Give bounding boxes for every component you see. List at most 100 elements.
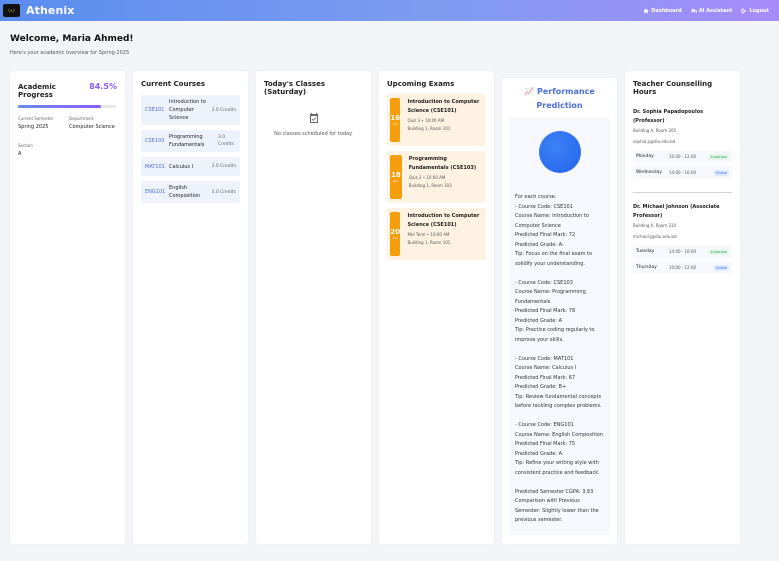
slot-time: 14:00 - 16:00 <box>669 249 697 254</box>
course-code: MAT101 <box>145 163 165 170</box>
teacher-divider <box>633 192 732 193</box>
performance-prediction-card: 📈 Performance Prediction For each course… <box>502 78 617 544</box>
course-code: CSE101 <box>145 107 165 113</box>
exam-day: 20 <box>390 228 401 236</box>
exam-month: Jun <box>392 122 398 126</box>
chat-icon <box>691 8 697 13</box>
progress-title: Academic Progress <box>18 83 56 99</box>
todays-classes-card: Today's Classes (Saturday) No classes sc… <box>256 71 371 544</box>
progress-bar <box>18 105 116 108</box>
course-credits: 3.0 Credits <box>218 135 234 147</box>
teacher-block: Dr. Michael Johnson (Associate Professor… <box>633 203 732 274</box>
department-value: Computer Science <box>69 124 115 130</box>
no-classes-text: No classes scheduled for today. <box>274 131 353 137</box>
nav-dashboard[interactable]: Dashboard <box>643 8 682 14</box>
exam-location: Building 1, Room 101 <box>407 240 451 245</box>
course-credits: 3.0 Credits <box>211 189 236 195</box>
nav-links: Dashboard AI Assistant Logout <box>643 8 769 14</box>
course-row[interactable]: CSE101 Introduction to Computer Science … <box>141 95 240 125</box>
course-code: ENG101 <box>145 189 166 195</box>
department-label: Department <box>69 116 94 121</box>
semester-value: Spring 2025 <box>18 124 49 130</box>
exam-title: Introduction to Computer Science (CSE101… <box>407 213 480 228</box>
nav-logout[interactable]: Logout <box>741 8 769 14</box>
teacher-name: Dr. Sophia Papadopoulos (Professor) <box>633 109 704 124</box>
exam-title: Programming Fundamentals (CSE103) <box>408 156 477 171</box>
exam-location: Building 1, Room 101 <box>407 126 451 131</box>
progress-percent: 84.5% <box>89 82 117 91</box>
section-label: Section <box>18 143 33 148</box>
semester-label: Current Semester <box>18 116 54 121</box>
exams-title: Upcoming Exams <box>387 80 455 88</box>
exam-item[interactable]: 18 Jun Programming Fundamentals (CSE103)… <box>387 151 486 203</box>
mode-badge: Online <box>713 169 729 176</box>
section-value: A <box>18 151 22 157</box>
course-code: CSE103 <box>145 138 165 144</box>
teacher-block: Dr. Sophia Papadopoulos (Professor) Buil… <box>633 108 732 179</box>
course-row[interactable]: ENG101 English Composition 3.0 Credits <box>141 181 240 203</box>
slot-time: 10:00 - 12:00 <box>669 154 697 159</box>
exam-day: 18 <box>391 171 401 179</box>
exam-month: Jun <box>392 236 398 240</box>
exam-title: Introduction to Computer Science (CSE101… <box>407 99 480 114</box>
teacher-office: Building A, Room 205 <box>633 128 677 133</box>
exam-item[interactable]: 20 Jun Introduction to Computer Science … <box>387 208 486 260</box>
counselling-slot: Thursday 10:00 - 12:00 Online <box>633 261 732 274</box>
welcome-subtitle: Here's your academic overview for Spring… <box>10 50 130 56</box>
teacher-name: Dr. Michael Johnson (Associate Professor… <box>633 204 720 219</box>
top-navbar: (+) Athenix Dashboard AI Assistant Logou… <box>0 0 779 21</box>
teacher-email[interactable]: sophia.p@diu.edu.bd <box>633 136 732 147</box>
course-name: Introduction to Computer Science <box>169 99 206 121</box>
welcome-section: Welcome, Maria Ahmed! Here's your academ… <box>0 21 779 56</box>
app-title[interactable]: Athenix <box>26 4 74 17</box>
performance-panel: For each course: - Course Code: CSE101 C… <box>509 117 610 535</box>
course-name: Calculus I <box>169 163 194 170</box>
welcome-title: Welcome, Maria Ahmed! <box>10 34 134 44</box>
exam-date-badge: 18 Jun <box>390 155 402 199</box>
course-name: Programming Fundamentals <box>169 134 205 148</box>
counselling-title: Teacher Counselling Hours <box>633 80 713 96</box>
mode-badge: In-person <box>708 248 729 255</box>
nav-logout-label: Logout <box>749 7 769 14</box>
exam-item[interactable]: 16 Jun Introduction to Computer Science … <box>387 94 486 146</box>
teacher-email[interactable]: michael.j@diu.edu.bd <box>633 231 732 242</box>
logout-icon <box>742 8 747 13</box>
nav-dashboard-label: Dashboard <box>651 7 682 14</box>
current-courses-card: Current Courses CSE101 Introduction to C… <box>133 71 248 544</box>
course-row[interactable]: MAT101 Calculus I 3.0 Credits <box>141 157 240 176</box>
exam-date-badge: 16 Jun <box>390 98 401 142</box>
nav-ai-assistant[interactable]: AI Assistant <box>691 7 733 14</box>
exam-date-badge: 20 Jun <box>390 212 401 256</box>
performance-text: For each course: - Course Code: CSE101 C… <box>515 194 603 523</box>
progress-bar-fill <box>18 105 101 108</box>
home-icon <box>643 8 649 13</box>
counselling-slot: Monday 10:00 - 12:00 In-person <box>633 150 732 163</box>
slot-time: 14:00 - 16:00 <box>669 170 697 175</box>
classes-title: Today's Classes (Saturday) <box>264 80 325 96</box>
exam-detail: Mid Term • 10:00 AM <box>407 232 450 237</box>
slot-day: Tuesday <box>636 249 655 254</box>
logo-text: (+) <box>7 8 16 13</box>
courses-title: Current Courses <box>141 80 206 88</box>
nav-ai-assistant-label: AI Assistant <box>698 7 733 14</box>
mode-badge: In-person <box>708 153 729 160</box>
slot-day: Wednesday <box>636 170 663 175</box>
exam-detail: Quiz 3 • 10:00 AM <box>407 118 445 123</box>
counselling-hours-card: Teacher Counselling Hours Dr. Sophia Pap… <box>625 71 740 544</box>
course-credits: 3.0 Credits <box>211 164 236 169</box>
slot-day: Monday <box>636 154 654 159</box>
exam-month: Jun <box>393 179 399 183</box>
exam-day: 16 <box>390 114 401 122</box>
course-name: English Composition <box>169 185 201 199</box>
counselling-slot: Tuesday 14:00 - 16:00 In-person <box>633 245 732 258</box>
academic-progress-card: Academic Progress 84.5% Current Semester… <box>10 71 125 544</box>
app-logo[interactable]: (+) <box>3 4 20 17</box>
exam-detail: Quiz 2 • 10:00 AM <box>408 175 446 180</box>
exam-location: Building 1, Room 103 <box>408 183 452 188</box>
teacher-office: Building A, Room 210 <box>633 223 677 228</box>
dashboard-cards: Academic Progress 84.5% Current Semester… <box>10 71 740 544</box>
mode-badge: Online <box>713 264 729 271</box>
course-row[interactable]: CSE103 Programming Fundamentals 3.0 Cred… <box>141 130 240 152</box>
counselling-slot: Wednesday 14:00 - 16:00 Online <box>633 166 732 179</box>
calendar-check-icon <box>309 113 318 123</box>
